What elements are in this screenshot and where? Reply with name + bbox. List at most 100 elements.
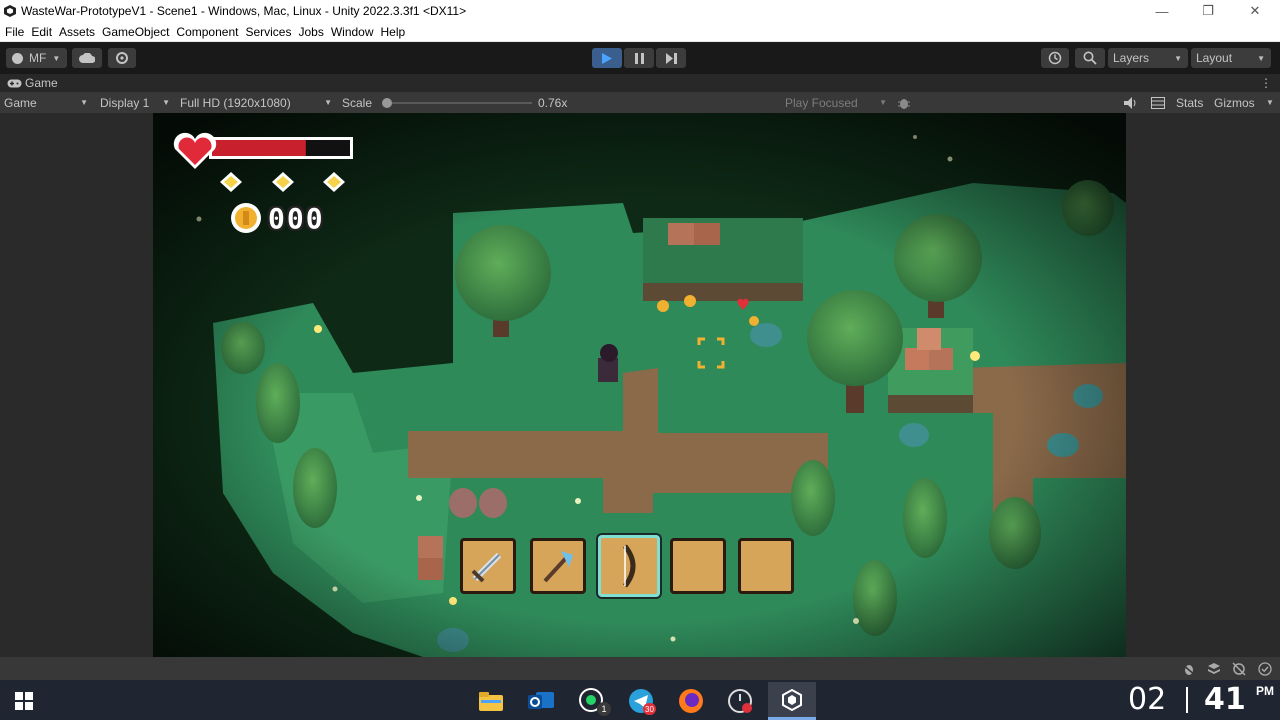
menu-window[interactable]: Window <box>331 25 374 39</box>
hotbar-slot-2[interactable] <box>530 538 586 594</box>
whatsapp-badge: 1 <box>597 702 611 716</box>
layers-icon[interactable] <box>1207 662 1221 676</box>
search-button[interactable] <box>1075 48 1105 68</box>
cloud-button[interactable] <box>72 48 102 68</box>
pause-button[interactable] <box>624 48 654 68</box>
unity-taskbar-icon[interactable] <box>768 682 816 718</box>
menu-help[interactable]: Help <box>381 25 406 39</box>
unity-icon <box>4 5 16 17</box>
history-button[interactable] <box>1041 48 1069 68</box>
file-explorer-icon[interactable] <box>471 684 511 718</box>
play-focused-label: Play Focused <box>785 95 858 110</box>
tab-options-icon[interactable]: ⋮ <box>1260 76 1272 90</box>
hotbar-slot-4[interactable] <box>670 538 726 594</box>
game-mode-label: Game <box>4 95 37 110</box>
step-button[interactable] <box>656 48 686 68</box>
scale-slider-handle[interactable] <box>382 98 392 108</box>
clock-suffix: PM <box>1256 684 1274 698</box>
clock-separator <box>1186 687 1188 713</box>
gizmos-button[interactable]: Gizmos <box>1214 92 1255 113</box>
telegram-badge: 30 <box>643 703 656 715</box>
clock-minute: 41 <box>1204 682 1246 717</box>
scale-slider-track[interactable] <box>386 102 532 104</box>
hotbar-slot-3[interactable] <box>598 535 660 597</box>
step-icon <box>665 52 677 64</box>
minimize-button[interactable]: — <box>1139 0 1185 22</box>
tab-game-label: Game <box>25 76 58 90</box>
status-bar <box>0 657 1280 680</box>
collab-button[interactable] <box>108 48 136 68</box>
health-bar-fill <box>212 140 306 156</box>
game-view-toolbar: Game ▼ Display 1 ▼ Full HD (1920x1080) ▼… <box>0 92 1280 113</box>
play-focused-dropdown[interactable]: Play Focused ▼ <box>785 92 887 113</box>
account-label: MF <box>29 51 47 65</box>
window-title-bar: WasteWar-PrototypeV1 - Scene1 - Windows,… <box>0 0 1280 22</box>
window-title: WasteWar-PrototypeV1 - Scene1 - Windows,… <box>21 4 467 18</box>
tab-game[interactable]: Game <box>0 74 70 92</box>
history-icon <box>1048 51 1062 65</box>
display-label: Display 1 <box>100 95 150 110</box>
pause-icon <box>634 52 644 64</box>
menu-component[interactable]: Component <box>176 25 238 39</box>
layers-label: Layers <box>1113 51 1150 65</box>
outlook-icon[interactable] <box>521 684 561 718</box>
resolution-label: Full HD (1920x1080) <box>180 95 291 110</box>
account-icon <box>12 52 23 64</box>
menu-gameobject[interactable]: GameObject <box>102 25 169 39</box>
menu-assets[interactable]: Assets <box>59 25 95 39</box>
tab-bar: Game ⋮ <box>0 74 1280 92</box>
chevron-down-icon: ▼ <box>52 53 61 63</box>
whatsapp-icon[interactable]: 1 <box>572 684 612 718</box>
bug-icon[interactable] <box>897 92 911 113</box>
menu-file[interactable]: File <box>5 25 24 39</box>
chevron-down-icon: ▼ <box>1174 53 1182 63</box>
stats-button[interactable]: Stats <box>1176 92 1203 113</box>
audio-mute-icon[interactable] <box>1124 92 1138 113</box>
coin-counter: 000 <box>230 201 325 235</box>
chevron-down-icon: ▼ <box>1257 53 1265 63</box>
coin-icon <box>231 203 261 233</box>
chevron-down-icon: ▼ <box>80 98 88 107</box>
menu-edit[interactable]: Edit <box>31 25 52 39</box>
display-dropdown[interactable]: Display 1 ▼ <box>100 92 170 113</box>
obs-record-icon[interactable] <box>720 684 760 718</box>
gem-icon <box>272 172 294 192</box>
scale-value: 0.76x <box>538 95 568 110</box>
cloud-icon <box>79 53 95 63</box>
hotbar-slot-5[interactable] <box>738 538 794 594</box>
layout-dropdown[interactable]: Layout ▼ <box>1191 48 1271 68</box>
restore-button[interactable]: ❐ <box>1185 0 1231 22</box>
sword-icon <box>471 552 502 583</box>
chevron-down-icon[interactable]: ▼ <box>1266 92 1274 113</box>
bug-icon[interactable] <box>1182 662 1196 676</box>
game-view[interactable]: 000 <box>153 113 1126 657</box>
windows-start-icon[interactable] <box>4 684 44 718</box>
layers-dropdown[interactable]: Layers ▼ <box>1108 48 1188 68</box>
search-icon <box>1083 51 1097 65</box>
check-icon[interactable] <box>1258 662 1272 676</box>
firefox-icon[interactable] <box>671 684 711 718</box>
gear-icon <box>116 52 128 64</box>
account-dropdown[interactable]: MF ▼ <box>6 48 67 68</box>
grid-icon[interactable] <box>1151 92 1165 113</box>
chevron-down-icon: ▼ <box>879 98 887 107</box>
main-toolbar: MF ▼ Layers ▼ Layout ▼ <box>0 43 1280 74</box>
layout-label: Layout <box>1196 51 1233 65</box>
hotbar-slot-1[interactable] <box>460 538 516 594</box>
network-icon[interactable] <box>1232 662 1246 676</box>
coin-count: 000 <box>268 201 325 235</box>
play-button[interactable] <box>592 48 622 68</box>
chevron-down-icon: ▼ <box>162 98 170 107</box>
scale-label: Scale <box>342 95 373 110</box>
menu-services[interactable]: Services <box>245 25 291 39</box>
menu-bar: File Edit Assets GameObject Component Se… <box>0 22 1280 42</box>
clock-hour: 02 <box>1128 682 1167 717</box>
telegram-icon[interactable]: 30 <box>621 684 661 718</box>
gem-icon <box>220 172 242 192</box>
gem-row <box>217 171 357 193</box>
menu-jobs[interactable]: Jobs <box>298 25 323 39</box>
resolution-dropdown[interactable]: Full HD (1920x1080) ▼ <box>180 92 332 113</box>
close-button[interactable]: ✕ <box>1232 0 1278 22</box>
game-mode-dropdown[interactable]: Game ▼ <box>4 92 88 113</box>
gem-icon <box>323 172 345 192</box>
